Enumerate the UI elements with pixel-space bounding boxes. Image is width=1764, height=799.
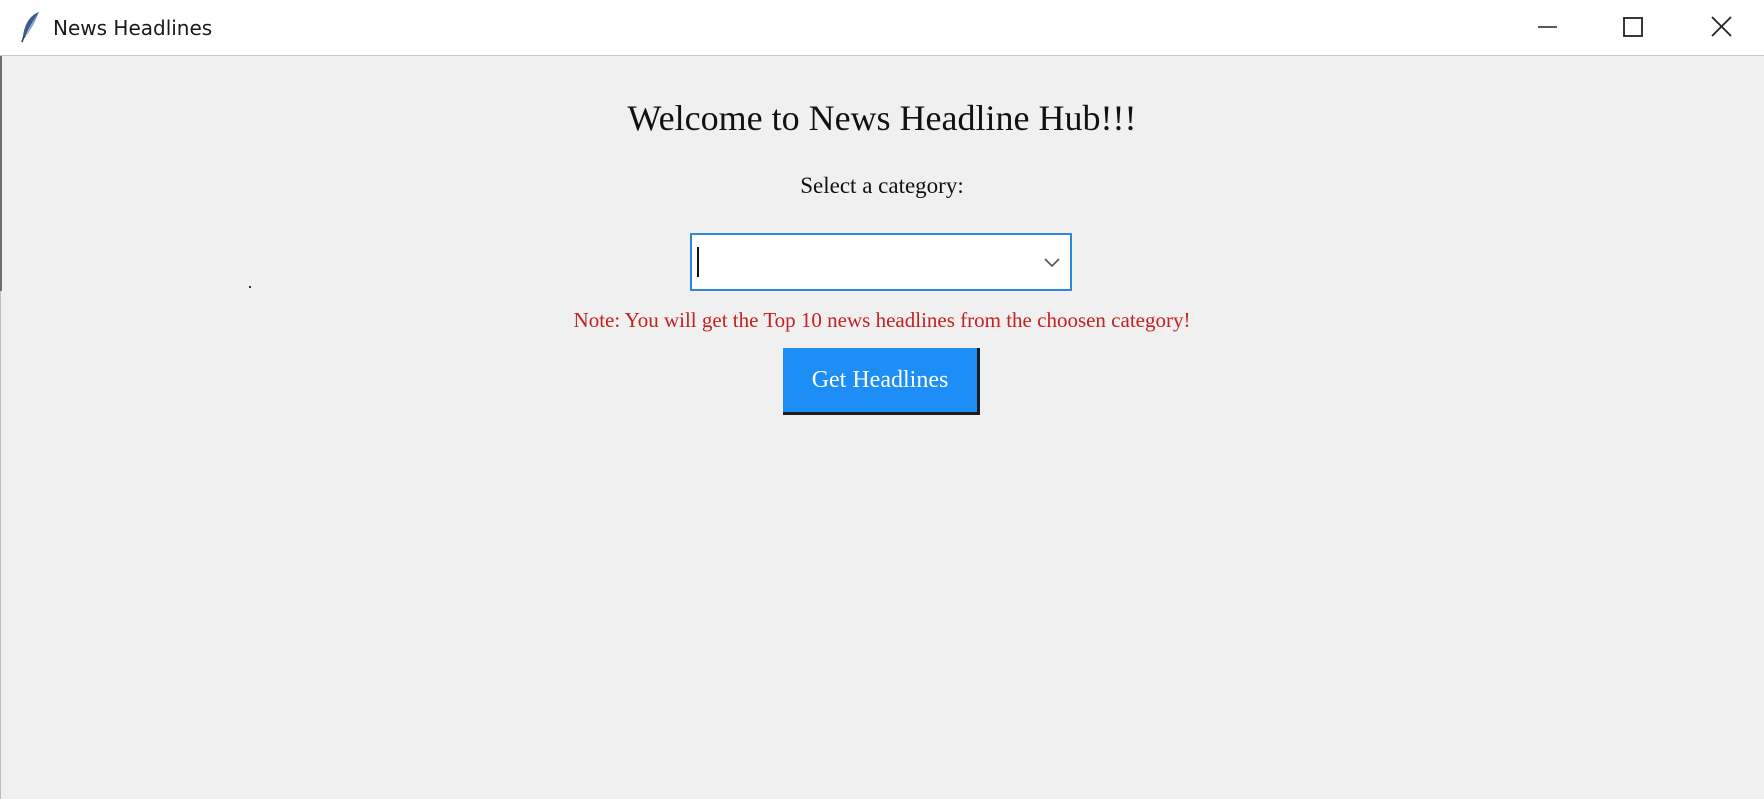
title-bar[interactable]: News Headlines — [0, 0, 1764, 56]
feather-icon — [20, 11, 42, 43]
window-edge-lower — [0, 291, 1, 799]
get-headlines-button[interactable]: Get Headlines — [783, 348, 980, 415]
category-label: Select a category: — [800, 173, 964, 198]
app-window: News Headlines Welcome to News Headline … — [0, 0, 1764, 799]
minimize-button[interactable] — [1504, 0, 1590, 54]
text-cursor — [697, 247, 699, 277]
page-title: Welcome to News Headline Hub!!! — [627, 98, 1137, 138]
category-combobox[interactable] — [690, 233, 1072, 291]
close-button[interactable] — [1678, 0, 1764, 54]
category-input[interactable] — [696, 243, 1016, 281]
note-text: Note: You will get the Top 10 news headl… — [573, 308, 1191, 332]
maximize-button[interactable] — [1590, 0, 1676, 54]
chevron-down-icon[interactable] — [1042, 253, 1062, 273]
maximize-icon — [1623, 17, 1643, 37]
stray-pixel — [249, 286, 251, 288]
close-icon — [1711, 16, 1732, 37]
minimize-icon — [1538, 26, 1557, 28]
window-title: News Headlines — [53, 16, 213, 40]
